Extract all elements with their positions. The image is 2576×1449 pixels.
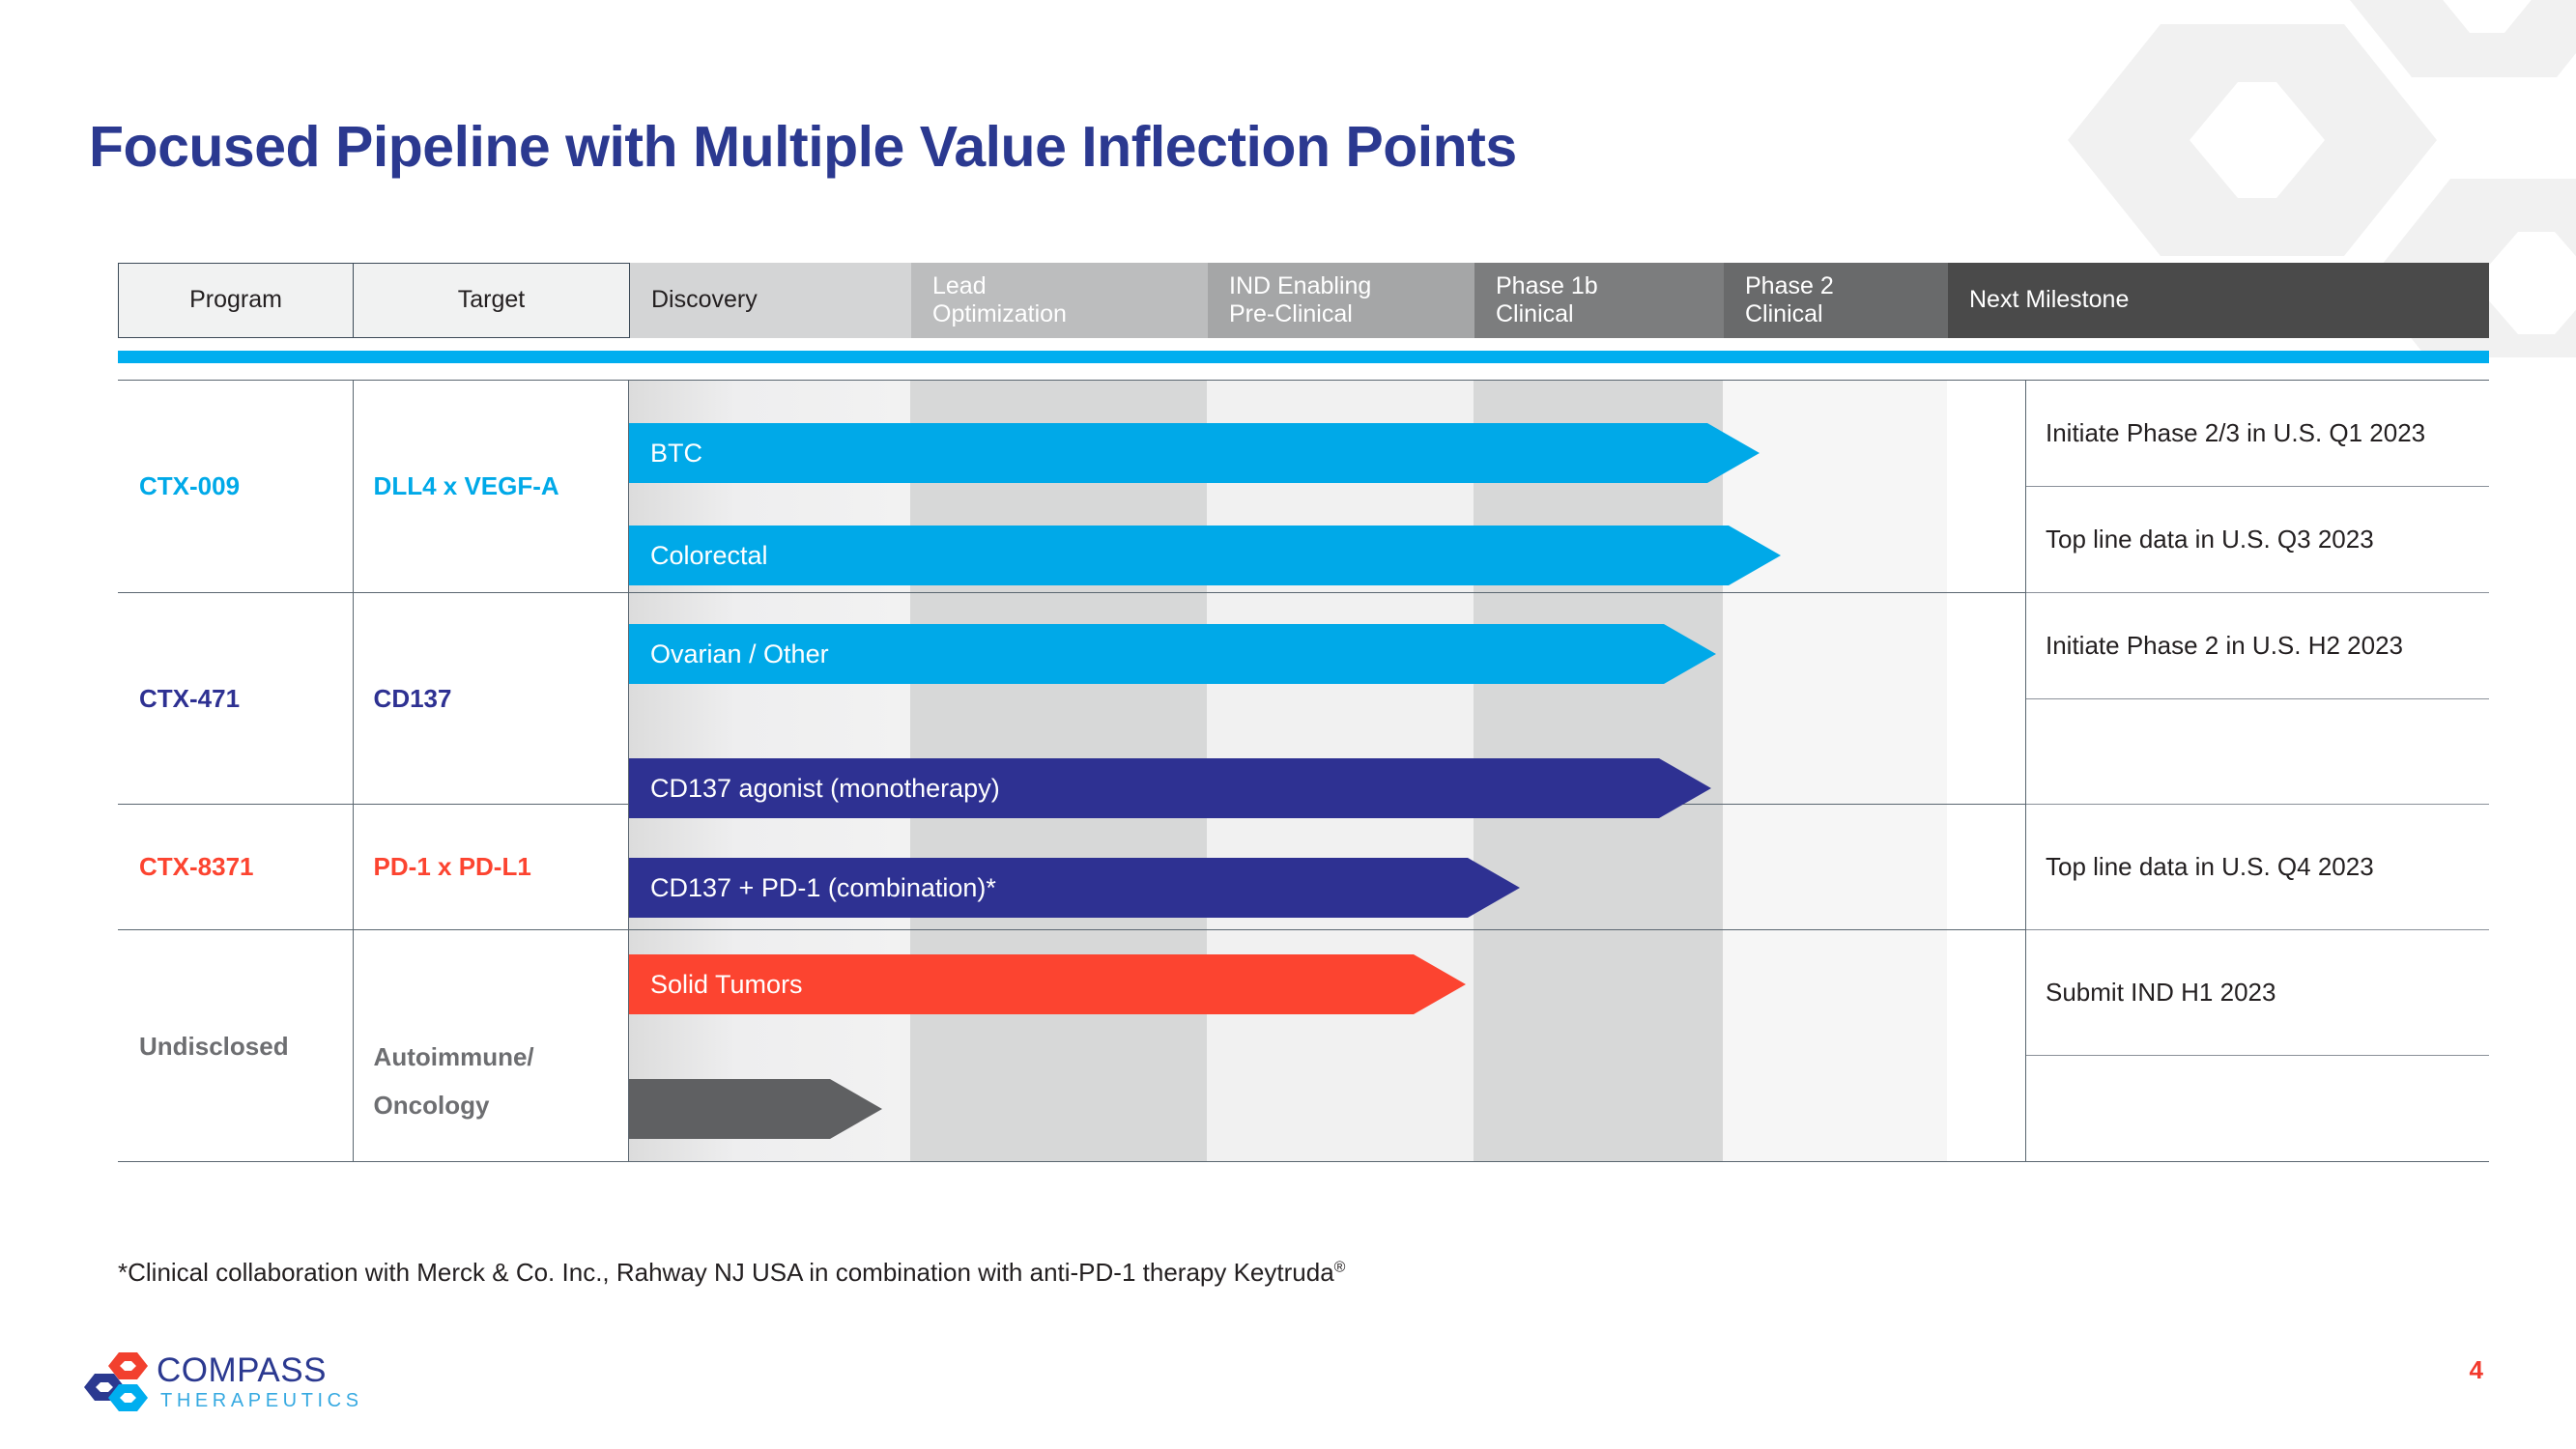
table-header-row: Program Target Discovery Lead Optimizati… bbox=[118, 263, 2489, 338]
bar-solid-tumors[interactable]: Solid Tumors bbox=[629, 954, 1466, 1014]
bar-cd137-agonist[interactable]: CD137 agonist (monotherapy) bbox=[629, 758, 1711, 818]
program-target-columns: CTX-009 DLL4 x VEGF-A CTX-471 CD137 CTX-… bbox=[118, 381, 629, 1161]
program-row-ctx-009: CTX-009 DLL4 x VEGF-A bbox=[118, 381, 628, 593]
bar-label-cd137-pd1-combination: CD137 + PD-1 (combination)* bbox=[650, 872, 996, 902]
program-name-ctx-8371: CTX-8371 bbox=[139, 852, 254, 881]
milestone-cd137-combo: Top line data in U.S. Q4 2023 bbox=[2026, 805, 2489, 930]
bar-label-btc: BTC bbox=[650, 438, 702, 468]
page-title: Focused Pipeline with Multiple Value Inf… bbox=[89, 115, 1517, 179]
program-target-ctx-471: CD137 bbox=[373, 683, 452, 713]
bar-label-colorectal: Colorectal bbox=[650, 540, 768, 570]
accent-divider bbox=[118, 351, 2489, 363]
header-ind-line2: Pre-Clinical bbox=[1229, 300, 1353, 327]
header-next-milestone: Next Milestone bbox=[1948, 263, 2489, 338]
milestone-undisclosed bbox=[2026, 1056, 2489, 1163]
header-program-label: Program bbox=[189, 286, 282, 314]
program-target-ctx-8371: PD-1 x PD-L1 bbox=[373, 852, 531, 881]
bar-undisclosed[interactable] bbox=[629, 1079, 882, 1139]
header-phase-2: Phase 2 Clinical bbox=[1724, 263, 1948, 338]
header-ind-enabling: IND Enabling Pre-Clinical bbox=[1208, 263, 1474, 338]
program-name-undisclosed: Undisclosed bbox=[139, 1032, 289, 1061]
logo-name-bottom: THERAPEUTICS bbox=[160, 1390, 358, 1411]
bar-label-cd137-agonist: CD137 agonist (monotherapy) bbox=[650, 773, 1000, 803]
page-number: 4 bbox=[2469, 1355, 2483, 1384]
group-separator-3 bbox=[629, 929, 2025, 930]
milestone-ovarian-other: Initiate Phase 2 in U.S. H2 2023 bbox=[2026, 593, 2489, 699]
footnote: *Clinical collaboration with Merck & Co.… bbox=[118, 1258, 1345, 1288]
header-lead-line1: Lead bbox=[932, 271, 987, 299]
header-ind-line1: IND Enabling bbox=[1229, 271, 1372, 299]
bar-ovarian-other[interactable]: Ovarian / Other bbox=[629, 624, 1716, 684]
program-row-ctx-471: CTX-471 CD137 bbox=[118, 593, 628, 805]
program-target-undisclosed-line2: Oncology bbox=[373, 1090, 490, 1120]
group-separator-1 bbox=[629, 592, 2025, 593]
compass-therapeutics-logo: COMPASS THERAPEUTICS bbox=[84, 1351, 358, 1411]
milestone-cd137-agonist bbox=[2026, 699, 2489, 805]
header-p1b-line2: Clinical bbox=[1496, 300, 1574, 327]
logo-name-top: COMPASS bbox=[157, 1351, 327, 1389]
bar-label-ovarian-other: Ovarian / Other bbox=[650, 639, 829, 668]
program-target-undisclosed: Autoimmune/ Oncology bbox=[353, 964, 628, 1129]
program-target-undisclosed-line1: Autoimmune/ bbox=[373, 1042, 534, 1072]
header-lead-optimization: Lead Optimization bbox=[911, 263, 1208, 338]
header-target-label: Target bbox=[457, 286, 526, 314]
footnote-registered-mark: ® bbox=[1333, 1259, 1346, 1276]
program-name-ctx-009: CTX-009 bbox=[139, 471, 241, 500]
program-row-ctx-8371: CTX-8371 PD-1 x PD-L1 bbox=[118, 805, 628, 930]
stripe-phase-2 bbox=[1723, 381, 1947, 1161]
bar-btc[interactable]: BTC bbox=[629, 423, 1760, 483]
header-target: Target bbox=[354, 263, 630, 338]
header-p2-line1: Phase 2 bbox=[1745, 271, 1834, 299]
program-row-undisclosed: Undisclosed Autoimmune/ Oncology bbox=[118, 930, 628, 1163]
header-phase-1b: Phase 1b Clinical bbox=[1474, 263, 1724, 338]
header-program: Program bbox=[118, 263, 354, 338]
bar-label-solid-tumors: Solid Tumors bbox=[650, 969, 803, 999]
header-discovery-label: Discovery bbox=[651, 286, 758, 314]
milestone-solid-tumors: Submit IND H1 2023 bbox=[2026, 930, 2489, 1056]
milestone-colorectal: Top line data in U.S. Q3 2023 bbox=[2026, 487, 2489, 593]
bar-cd137-pd1-combination[interactable]: CD137 + PD-1 (combination)* bbox=[629, 858, 1520, 918]
pipeline-table: Program Target Discovery Lead Optimizati… bbox=[118, 263, 2489, 1162]
header-lead-line2: Optimization bbox=[932, 300, 1067, 327]
milestone-column: Initiate Phase 2/3 in U.S. Q1 2023 Top l… bbox=[2025, 381, 2489, 1161]
header-p1b-line1: Phase 1b bbox=[1496, 271, 1598, 299]
header-p2-line2: Clinical bbox=[1745, 300, 1823, 327]
header-discovery: Discovery bbox=[630, 263, 911, 338]
footnote-text: *Clinical collaboration with Merck & Co.… bbox=[118, 1258, 1334, 1287]
logo-mark bbox=[84, 1352, 148, 1411]
company-logo: COMPASS THERAPEUTICS bbox=[77, 1341, 358, 1421]
header-milestone-label: Next Milestone bbox=[1969, 286, 2130, 314]
bar-colorectal[interactable]: Colorectal bbox=[629, 526, 1781, 585]
program-name-ctx-471: CTX-471 bbox=[139, 683, 241, 713]
milestone-btc: Initiate Phase 2/3 in U.S. Q1 2023 bbox=[2026, 381, 2489, 487]
pipeline-body: BTC Colorectal Ovarian / Other CD137 ago… bbox=[118, 380, 2489, 1162]
program-target-ctx-009: DLL4 x VEGF-A bbox=[373, 471, 559, 500]
